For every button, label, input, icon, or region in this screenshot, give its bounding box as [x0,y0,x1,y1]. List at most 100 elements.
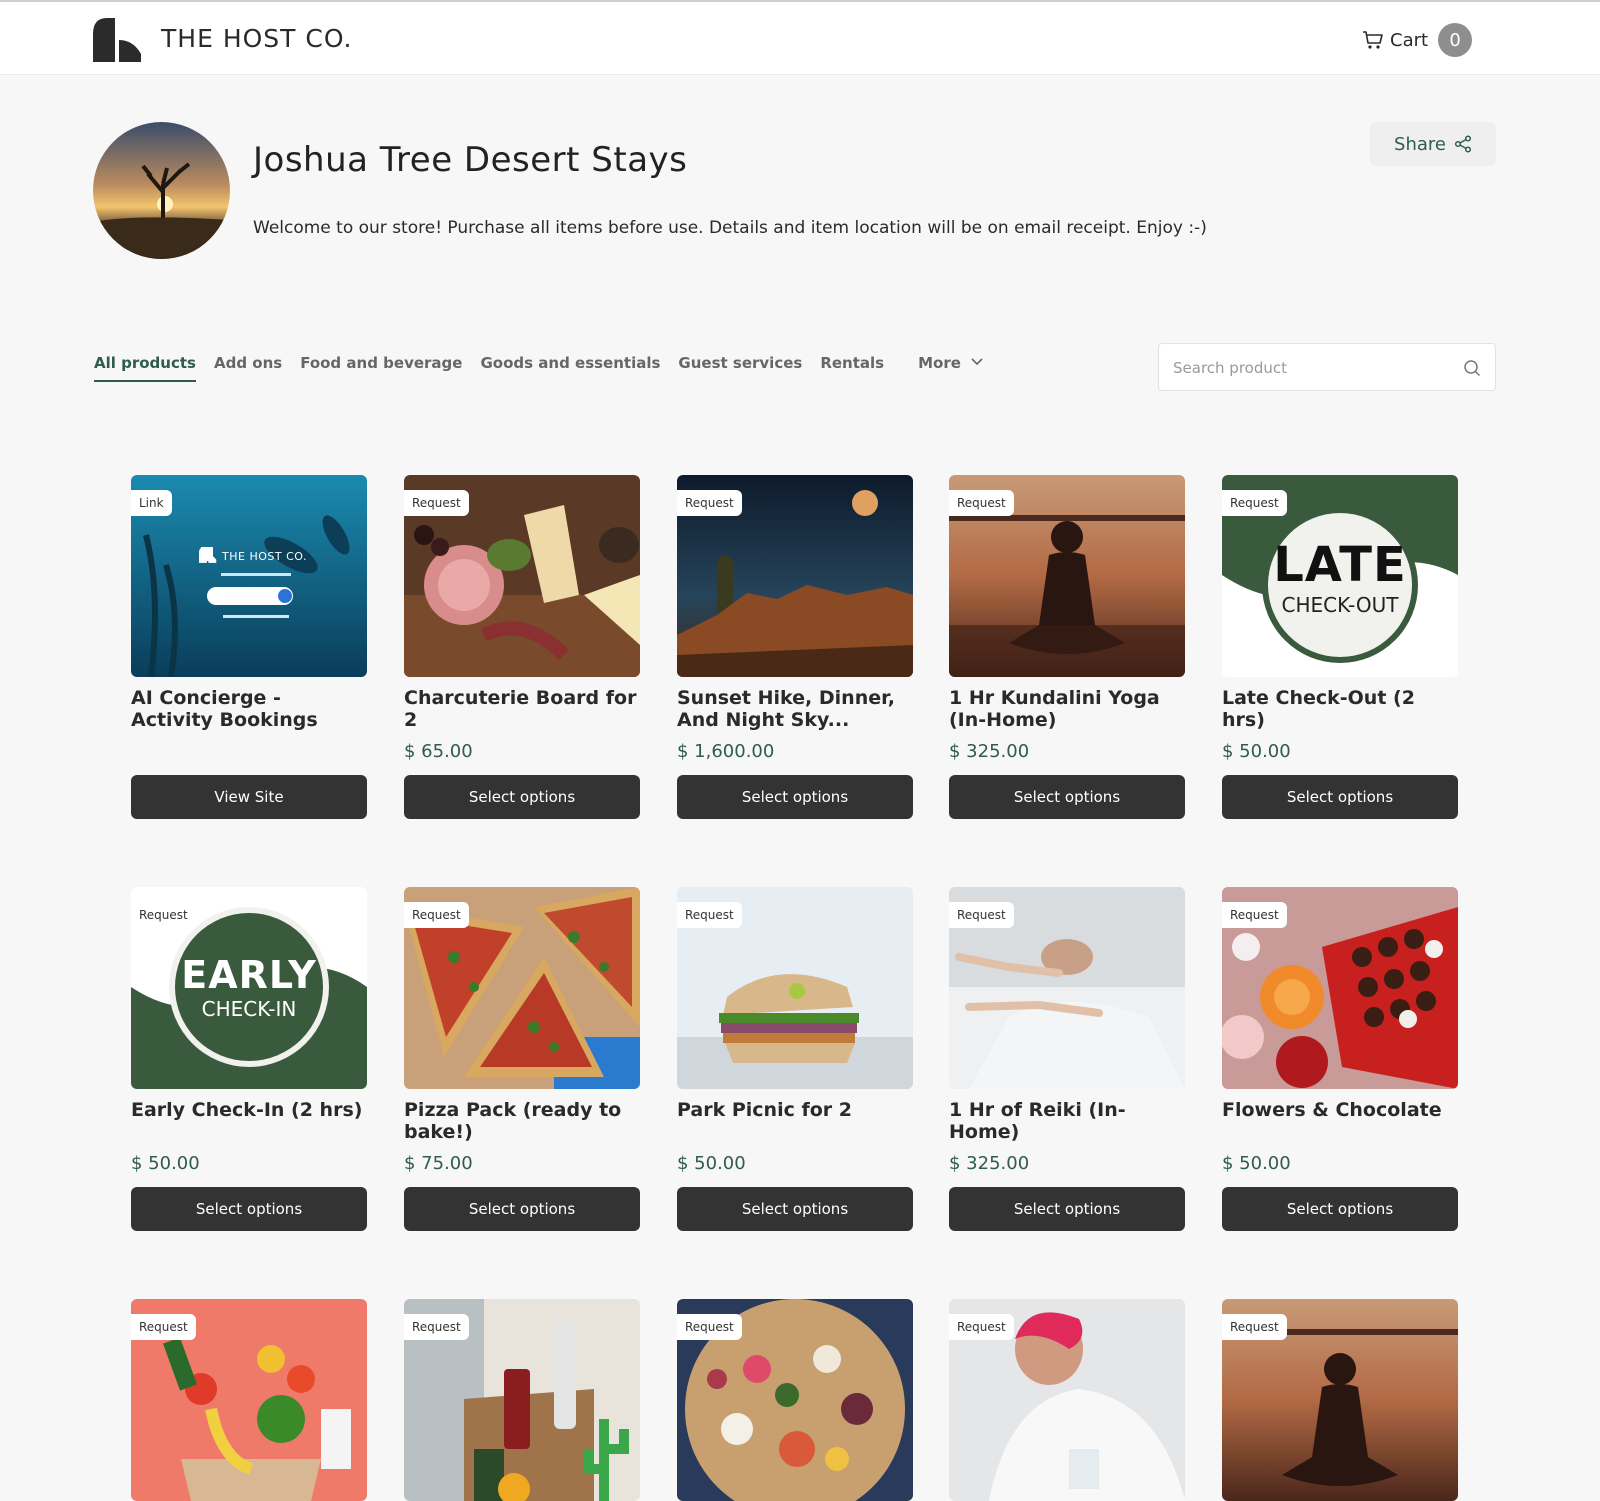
tab-all-products[interactable]: All products [94,354,196,382]
product-price: $ 325.00 [949,1153,1030,1174]
cart-label: Cart [1390,29,1429,51]
product-card: Request [131,1299,367,1501]
product-name[interactable]: Charcuterie Board for 2 [404,687,640,731]
product-badge: Request [677,902,742,928]
overlay-brand-text: THE HOST CO. [222,550,307,563]
product-card: THE HOST CO. Link AI Concierge - Activit… [131,475,367,819]
category-tabs: All products Add ons Food and beverage G… [94,354,1001,384]
product-badge: Request [949,490,1014,516]
product-card: Request [1222,1299,1458,1501]
product-card: Request 1 Hr of Reiki (In-Home) $ 325.00… [949,887,1185,1231]
search-box [1158,343,1496,391]
product-image[interactable]: Request [1222,887,1458,1089]
product-image[interactable]: Request [131,1299,367,1501]
early-graphic-small: CHECK-IN [201,997,297,1021]
product-name[interactable]: Park Picnic for 2 [677,1099,913,1143]
product-image[interactable]: Request [1222,1299,1458,1501]
product-name[interactable]: 1 Hr of Reiki (In-Home) [949,1099,1185,1143]
host-co-logo[interactable] [93,18,143,62]
site-header: THE HOST CO. Cart 0 [0,2,1600,75]
product-image[interactable]: THE HOST CO. Link [131,475,367,677]
tab-add-ons[interactable]: Add ons [214,354,282,382]
product-badge: Request [1222,902,1287,928]
product-badge: Request [949,902,1014,928]
product-card: Request Charcuterie Board for 2 $ 65.00 … [404,475,640,819]
select-options-button[interactable]: Select options [949,1187,1185,1231]
product-image[interactable]: Request [677,887,913,1089]
product-badge: Request [131,902,196,928]
product-price: $ 50.00 [131,1153,200,1174]
product-name[interactable]: Pizza Pack (ready to bake!) [404,1099,640,1143]
product-name[interactable]: Flowers & Chocolate [1222,1099,1458,1143]
tab-more-label: More [918,354,961,372]
store-title: Joshua Tree Desert Stays [253,140,688,180]
share-icon [1454,135,1472,153]
product-price: $ 50.00 [677,1153,746,1174]
product-badge: Request [677,1314,742,1340]
product-badge: Request [404,1314,469,1340]
early-graphic-big: EARLY [181,953,317,997]
product-image[interactable]: Request [404,887,640,1089]
select-options-button[interactable]: Select options [131,1187,367,1231]
product-image[interactable]: Request [404,1299,640,1501]
product-image[interactable]: Request [404,475,640,677]
tab-goods-and-essentials[interactable]: Goods and essentials [480,354,660,382]
product-image[interactable]: Request [949,1299,1185,1501]
cart-count-badge: 0 [1438,23,1473,57]
product-price: $ 1,600.00 [677,741,775,762]
select-options-button[interactable]: Select options [404,775,640,819]
product-card: Request [677,1299,913,1501]
product-card: Request Pizza Pack (ready to bake!) $ 75… [404,887,640,1231]
product-image[interactable]: EARLY CHECK-IN Request [131,887,367,1089]
tab-guest-services[interactable]: Guest services [678,354,802,382]
chevron-down-icon [971,358,983,366]
product-price: $ 50.00 [1222,741,1291,762]
product-card: Request 1 Hr Kundalini Yoga (In-Home) $ … [949,475,1185,819]
product-badge: Request [404,902,469,928]
product-badge: Request [949,1314,1014,1340]
product-price: $ 50.00 [1222,1153,1291,1174]
tab-food-and-beverage[interactable]: Food and beverage [300,354,462,382]
tab-rentals[interactable]: Rentals [820,354,884,382]
select-options-button[interactable]: Select options [677,1187,913,1231]
late-graphic-small: CHECK-OUT [1281,593,1399,617]
cart-button[interactable]: Cart 0 [1362,22,1473,58]
share-button[interactable]: Share [1370,122,1496,166]
product-card: Request [949,1299,1185,1501]
select-options-button[interactable]: Select options [1222,1187,1458,1231]
product-price: $ 65.00 [404,741,473,762]
store-avatar [93,122,230,259]
product-badge: Request [677,490,742,516]
store-description: Welcome to our store! Purchase all items… [253,218,1207,238]
product-price: $ 325.00 [949,741,1030,762]
product-price: $ 75.00 [404,1153,473,1174]
product-image[interactable]: Request [677,1299,913,1501]
product-image[interactable]: Request [949,887,1185,1089]
product-name[interactable]: 1 Hr Kundalini Yoga (In-Home) [949,687,1185,731]
product-card: LATE CHECK-OUT Request Late Check-Out (2… [1222,475,1458,819]
product-name[interactable]: Early Check-In (2 hrs) [131,1099,367,1143]
select-options-button[interactable]: Select options [677,775,913,819]
search-icon[interactable] [1463,359,1481,377]
product-card: Request Flowers & Chocolate $ 50.00 Sele… [1222,887,1458,1231]
product-image[interactable]: Request [949,475,1185,677]
view-site-button[interactable]: View Site [131,775,367,819]
product-badge: Request [1222,1314,1287,1340]
search-input[interactable] [1173,356,1443,380]
brand-name[interactable]: THE HOST CO. [161,24,352,53]
product-price [131,741,367,763]
product-card: Request Sunset Hike, Dinner, And Night S… [677,475,913,819]
select-options-button[interactable]: Select options [404,1187,640,1231]
product-card: Request Park Picnic for 2 $ 50.00 Select… [677,887,913,1231]
product-image[interactable]: Request [677,475,913,677]
product-badge: Link [131,490,172,516]
product-image[interactable]: LATE CHECK-OUT Request [1222,475,1458,677]
product-name[interactable]: Sunset Hike, Dinner, And Night Sky... [677,687,913,731]
product-name[interactable]: Late Check-Out (2 hrs) [1222,687,1458,731]
product-card: Request [404,1299,640,1501]
select-options-button[interactable]: Select options [949,775,1185,819]
select-options-button[interactable]: Select options [1222,775,1458,819]
product-name[interactable]: AI Concierge - Activity Bookings [131,687,367,731]
tab-more-dropdown[interactable]: More [918,354,983,382]
host-co-logo-overlay [199,547,217,563]
